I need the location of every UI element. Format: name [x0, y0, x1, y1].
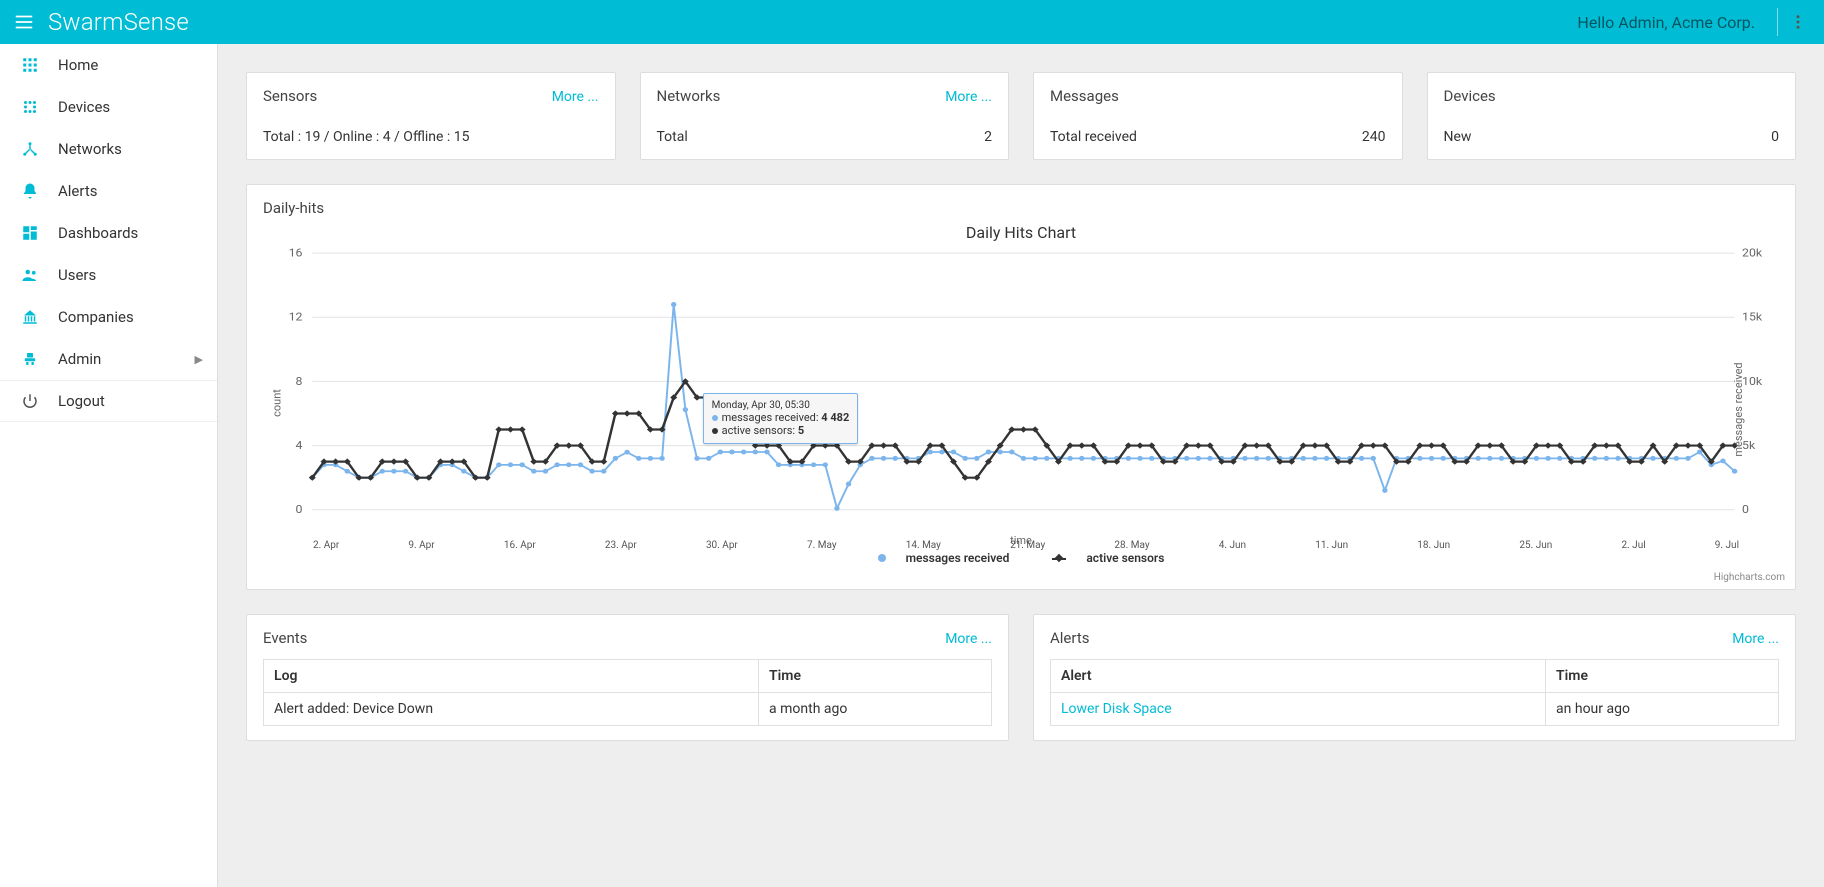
sidebar-item-label: Companies [58, 308, 134, 326]
card-body-right: 2 [984, 129, 992, 145]
chart-section-title: Daily-hits [263, 199, 1779, 217]
alerts-col-time: Time [1546, 660, 1779, 693]
sidebar-item-devices[interactable]: Devices [0, 86, 217, 128]
card-more-link[interactable]: More ... [552, 89, 599, 105]
main-content: Sensors More ... Total : 19 / Online : 4… [218, 44, 1824, 887]
dashboard-icon [18, 224, 42, 242]
events-table: Log Time Alert added: Device Down a mont… [263, 659, 992, 726]
sidebar-item-label: Logout [58, 392, 105, 410]
panel-more-link[interactable]: More ... [945, 631, 992, 647]
sidebar-item-label: Networks [58, 140, 122, 158]
svg-text:0: 0 [296, 503, 303, 516]
chart-y-left-label: count [270, 389, 283, 417]
sidebar-item-users[interactable]: Users [0, 254, 217, 296]
card-sensors: Sensors More ... Total : 19 / Online : 4… [246, 72, 616, 160]
table-row[interactable]: Alert added: Device Down a month ago [264, 693, 992, 726]
sidebar-item-label: Devices [58, 98, 110, 116]
card-body-left: Total [657, 129, 688, 145]
bell-icon [18, 182, 42, 200]
dots-icon [18, 98, 42, 116]
events-panel: Events More ... Log Time Alert added: De… [246, 614, 1009, 741]
hub-icon [18, 140, 42, 158]
card-title: Networks [657, 87, 721, 105]
sidebar-item-networks[interactable]: Networks [0, 128, 217, 170]
sidebar-item-logout[interactable]: Logout [0, 380, 217, 422]
panel-title: Events [263, 629, 307, 647]
card-body-right: 0 [1771, 129, 1779, 145]
alerts-panel: Alerts More ... Alert Time Lower Disk Sp… [1033, 614, 1796, 741]
chart-area[interactable]: Daily Hits Chart count messages received… [263, 223, 1779, 583]
chevron-right-icon: ▶ [195, 353, 203, 366]
chart-legend: messages received active sensors [263, 551, 1779, 565]
sidebar-item-label: Home [58, 56, 98, 74]
sidebar-item-alerts[interactable]: Alerts [0, 170, 217, 212]
card-title: Messages [1050, 87, 1119, 105]
svg-text:16: 16 [289, 246, 303, 259]
sidebar-item-label: Users [58, 266, 96, 284]
topbar-divider [1777, 8, 1778, 36]
card-devices: Devices New 0 [1427, 72, 1797, 160]
app-logo: SwarmSense [48, 8, 189, 36]
svg-text:8: 8 [296, 374, 303, 387]
card-body-left: Total received [1050, 129, 1137, 145]
sidebar-item-label: Admin [58, 350, 101, 368]
alerts-cell-alert[interactable]: Lower Disk Space [1051, 693, 1546, 726]
power-icon [18, 392, 42, 410]
sidebar-item-dashboards[interactable]: Dashboards [0, 212, 217, 254]
card-messages: Messages Total received 240 [1033, 72, 1403, 160]
svg-text:4: 4 [296, 438, 303, 451]
card-body-right: 240 [1362, 129, 1386, 145]
alerts-col-alert: Alert [1051, 660, 1546, 693]
events-cell-time: a month ago [759, 693, 992, 726]
events-col-time: Time [759, 660, 992, 693]
sidebar-item-admin[interactable]: Admin ▶ [0, 338, 217, 380]
svg-text:15k: 15k [1742, 310, 1762, 323]
chart-svg: 048121605k10k15k20k [263, 242, 1779, 532]
card-title: Sensors [263, 87, 317, 105]
sidebar: Home Devices Networks Alerts Dashboards … [0, 44, 218, 887]
table-row[interactable]: Lower Disk Space an hour ago [1051, 693, 1779, 726]
chart-card: Daily-hits Daily Hits Chart count messag… [246, 184, 1796, 590]
hamburger-menu-button[interactable] [12, 10, 36, 34]
svg-text:12: 12 [289, 310, 303, 323]
card-body-left: New [1444, 129, 1472, 145]
grid-icon [18, 56, 42, 74]
legend-messages[interactable]: messages received [868, 551, 1020, 565]
card-title: Devices [1444, 87, 1496, 105]
legend-sensors[interactable]: active sensors [1042, 551, 1174, 565]
chart-y-right-label: messages received [1732, 362, 1745, 456]
svg-text:20k: 20k [1742, 246, 1762, 259]
sidebar-item-label: Alerts [58, 182, 98, 200]
chart-x-ticks: 2. Apr9. Apr16. Apr23. Apr30. Apr7. May1… [313, 540, 1739, 551]
chart-title: Daily Hits Chart [263, 223, 1779, 242]
kebab-menu-button[interactable] [1784, 13, 1812, 31]
events-col-log: Log [264, 660, 759, 693]
chart-credit[interactable]: Highcharts.com [1714, 572, 1785, 583]
alerts-table: Alert Time Lower Disk Space an hour ago [1050, 659, 1779, 726]
card-networks: Networks More ... Total 2 [640, 72, 1010, 160]
card-more-link[interactable]: More ... [945, 89, 992, 105]
sidebar-item-label: Dashboards [58, 224, 138, 242]
seat-icon [18, 350, 42, 368]
events-cell-log: Alert added: Device Down [264, 693, 759, 726]
greeting-text: Hello Admin, Acme Corp. [1577, 13, 1755, 32]
panel-more-link[interactable]: More ... [1732, 631, 1779, 647]
users-icon [18, 266, 42, 284]
card-body-left: Total : 19 / Online : 4 / Offline : 15 [263, 129, 470, 145]
summary-cards-row: Sensors More ... Total : 19 / Online : 4… [246, 72, 1796, 160]
panel-title: Alerts [1050, 629, 1090, 647]
sidebar-item-companies[interactable]: Companies [0, 296, 217, 338]
svg-text:0: 0 [1742, 503, 1749, 516]
sidebar-item-home[interactable]: Home [0, 44, 217, 86]
alerts-cell-time: an hour ago [1546, 693, 1779, 726]
bank-icon [18, 308, 42, 326]
topbar: SwarmSense Hello Admin, Acme Corp. [0, 0, 1824, 44]
